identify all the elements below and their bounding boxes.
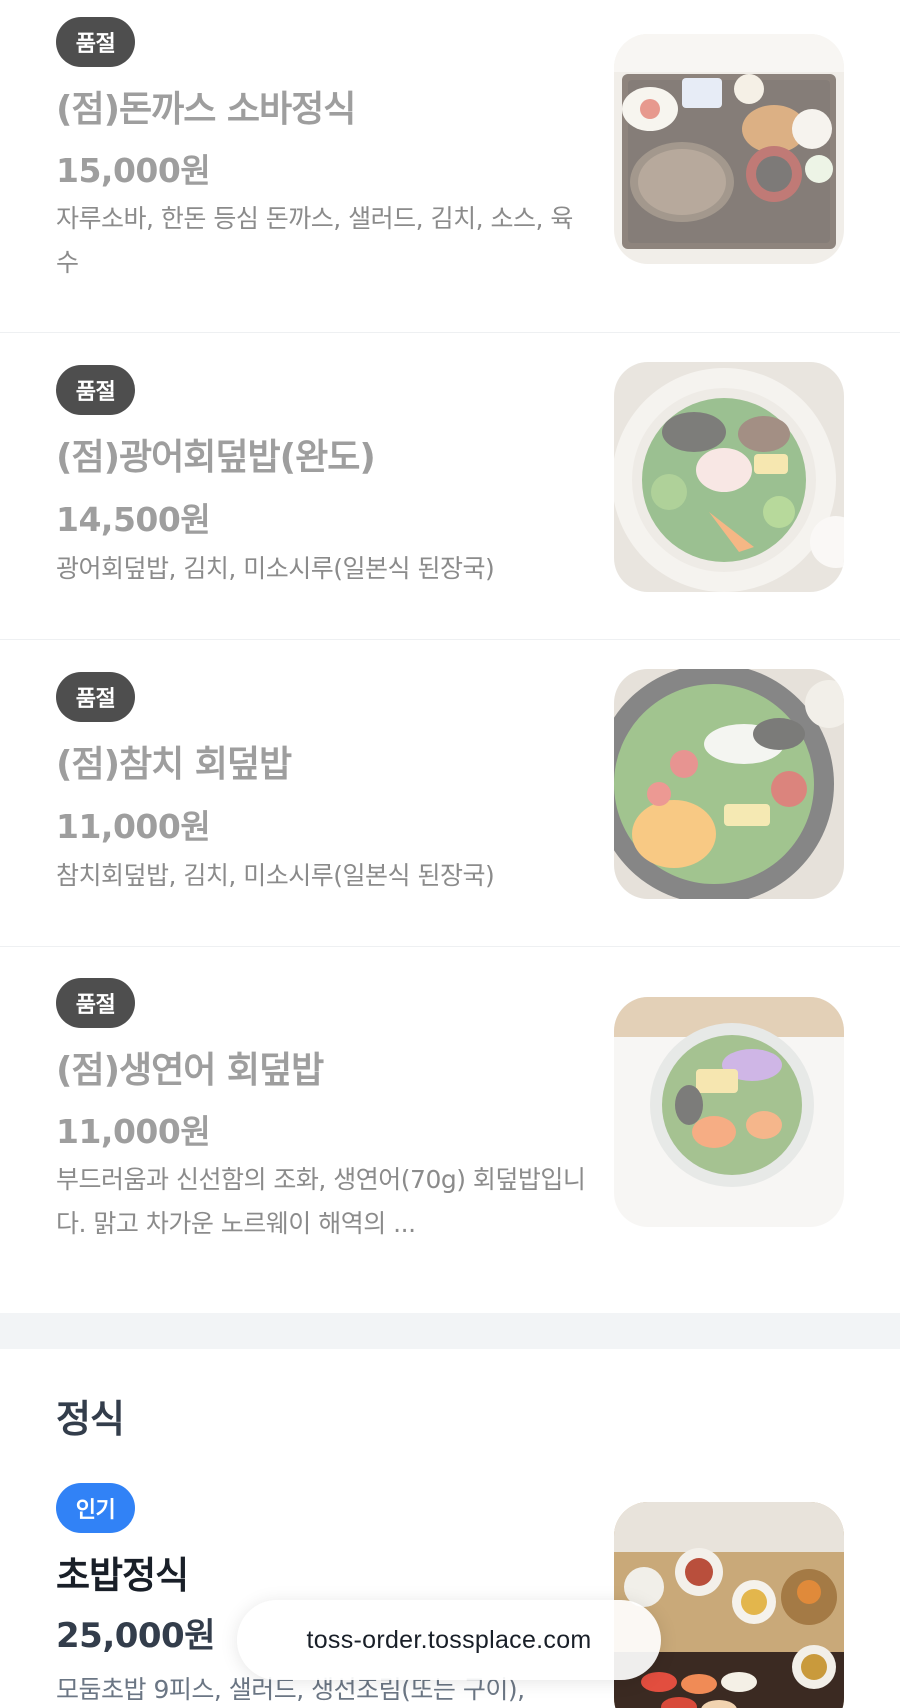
menu-item[interactable]: 품절 (점)생연어 회덮밥 11,000원 부드러움과 신선함의 조화, 생연어…	[0, 947, 900, 1313]
menu-item-photo	[614, 34, 844, 264]
menu-item-photo	[614, 669, 844, 899]
menu-item-description: 부드러움과 신선함의 조화, 생연어(70g) 회덮밥입니다. 맑고 차가운 노…	[56, 1165, 586, 1238]
menu-item-photo	[614, 1502, 844, 1708]
menu-item-price: 15,000원	[56, 151, 211, 190]
soldout-badge: 품절	[56, 978, 135, 1028]
menu-item-price: 14,500원	[56, 500, 211, 539]
menu-page: 품절 (점)돈까스 소바정식 15,000원 자루소바, 한돈 등심 돈까스, …	[0, 0, 900, 1708]
section-separator	[0, 1313, 900, 1349]
menu-item-name: (점)참치 회덮밥	[56, 744, 292, 785]
url-bar[interactable]: toss-order.tossplace.com	[237, 1600, 661, 1680]
menu-item-name: (점)광어회덮밥(완도)	[56, 437, 376, 478]
menu-item-price: 25,000원	[56, 1616, 215, 1656]
menu-item-price: 11,000원	[56, 807, 211, 846]
menu-item-description: 광어회덮밥, 김치, 미소시루(일본식 된장국)	[56, 554, 495, 583]
menu-item[interactable]: 품절 (점)돈까스 소바정식 15,000원 자루소바, 한돈 등심 돈까스, …	[0, 0, 900, 332]
menu-item[interactable]: 품절 (점)광어회덮밥(완도) 14,500원 광어회덮밥, 김치, 미소시루(…	[0, 333, 900, 639]
menu-item-photo	[614, 362, 844, 592]
menu-item-name: (점)생연어 회덮밥	[56, 1050, 324, 1091]
menu-item-description: 자루소바, 한돈 등심 돈까스, 샐러드, 김치, 소스, 육수	[56, 204, 573, 277]
soldout-badge: 품절	[56, 17, 135, 67]
soldout-badge: 품절	[56, 365, 135, 415]
soldout-badge: 품절	[56, 672, 135, 722]
popular-badge: 인기	[56, 1483, 135, 1533]
menu-item-photo	[614, 997, 844, 1227]
menu-item-description: 참치회덮밥, 김치, 미소시루(일본식 된장국)	[56, 861, 495, 890]
menu-item[interactable]: 품절 (점)참치 회덮밥 11,000원 참치회덮밥, 김치, 미소시루(일본식…	[0, 640, 900, 946]
menu-item-name: 초밥정식	[56, 1554, 189, 1597]
menu-item-price: 11,000원	[56, 1112, 211, 1151]
menu-item-name: (점)돈까스 소바정식	[56, 89, 356, 130]
